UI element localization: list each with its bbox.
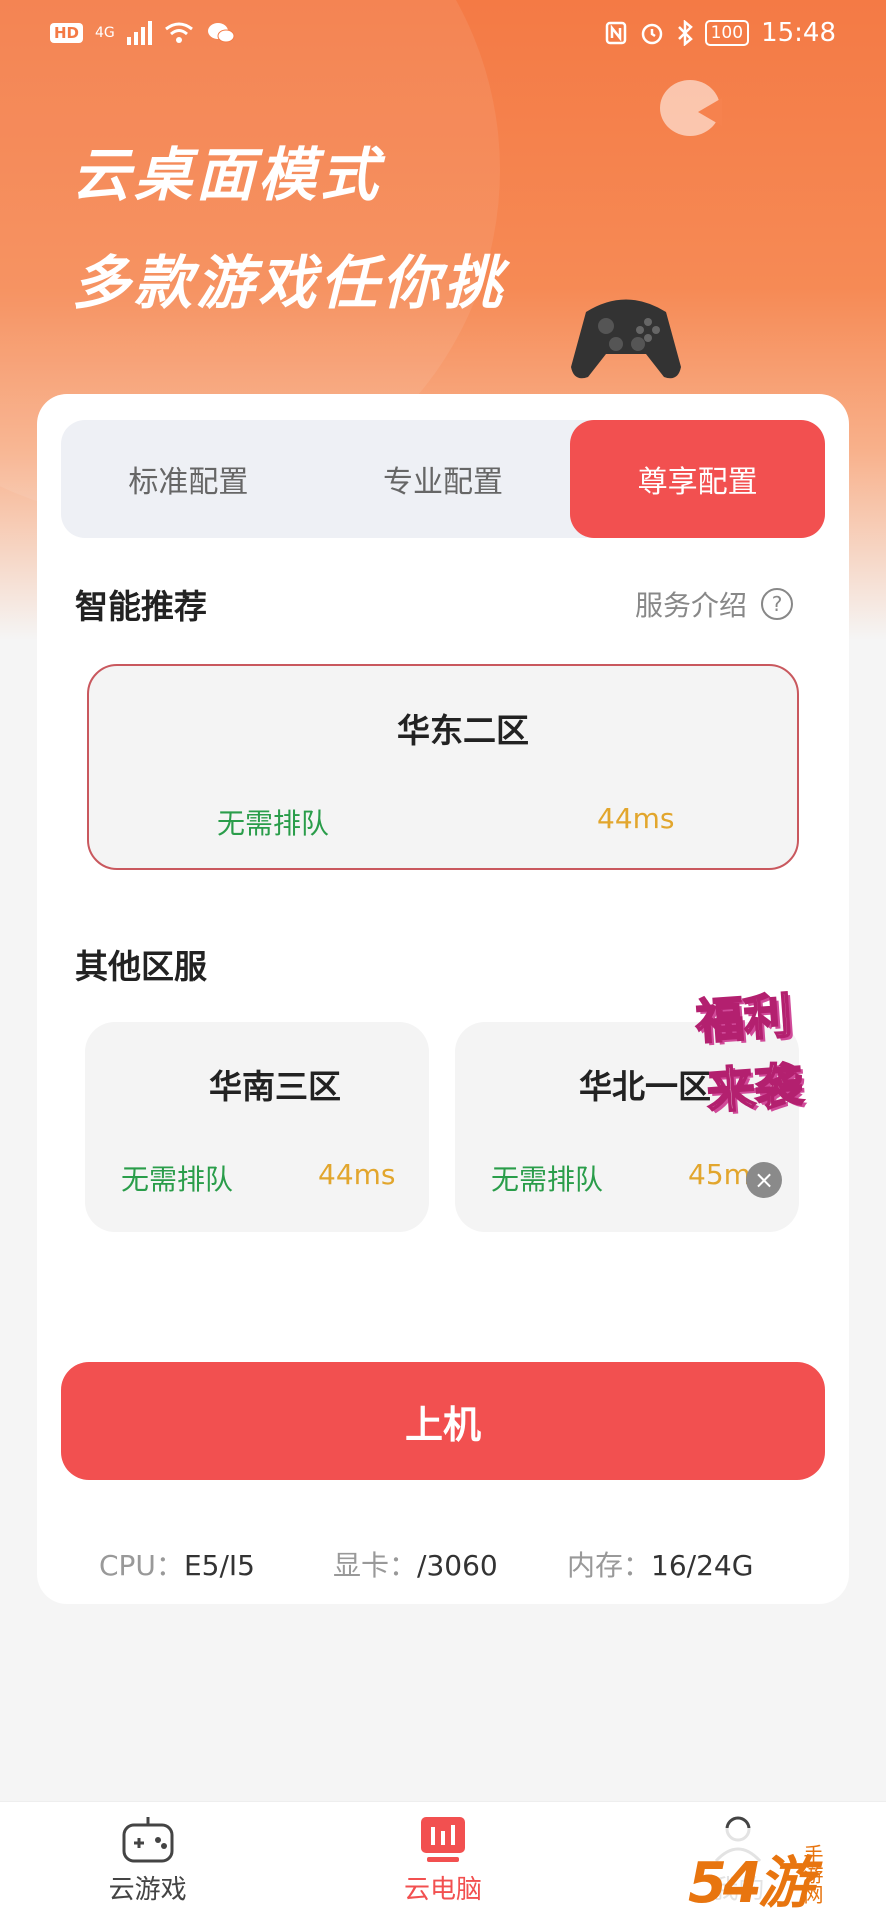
other-servers-title: 其他区服	[75, 947, 207, 986]
game-controller-icon	[571, 299, 681, 379]
bluetooth-icon	[677, 20, 693, 46]
nav-label: 云电脑	[403, 1875, 482, 1905]
hd-badge: HD	[50, 23, 84, 43]
memory-label: 内存：	[567, 1549, 652, 1582]
wifi-icon	[164, 22, 193, 43]
nav-cloud-games[interactable]: 云游戏	[0, 1802, 295, 1920]
gpu-label: 显卡：	[333, 1549, 418, 1582]
queue-status: 无需排队	[121, 1163, 234, 1196]
spec-gpu: 显卡：/3060	[333, 1544, 498, 1584]
network-label: 4G	[95, 25, 115, 41]
hero-headline: 云桌面模式	[72, 141, 383, 209]
recommended-server-card[interactable]: 华东二区 无需排队 44ms	[87, 664, 799, 870]
watermark-main: 54游	[688, 1851, 814, 1916]
gamepad-icon	[122, 1817, 174, 1863]
spec-cpu: CPU：E5/I5	[99, 1544, 255, 1584]
queue-status: 无需排队	[491, 1163, 604, 1196]
signal-icon	[126, 21, 152, 45]
alarm-icon	[641, 23, 662, 45]
server-card-south3[interactable]: 华南三区 无需排队 44ms	[85, 1022, 429, 1232]
cpu-value: E5/I5	[183, 1549, 255, 1582]
nfc-icon	[605, 21, 626, 45]
nav-cloud-pc[interactable]: 云电脑	[295, 1802, 590, 1920]
memory-value: 16/24G	[651, 1549, 754, 1582]
latency-value: 44ms	[318, 1158, 396, 1191]
site-watermark-logo: 54游 手游网	[678, 1828, 878, 1916]
hero-subheadline: 多款游戏任你挑	[72, 249, 507, 317]
pacman-icon	[660, 80, 722, 136]
promo-line1: 福利	[693, 987, 795, 1052]
gpu-value: /3060	[417, 1549, 498, 1582]
nav-label: 云游戏	[108, 1875, 187, 1905]
latency-value: 44ms	[597, 802, 675, 835]
service-intro-label: 服务介绍	[634, 589, 747, 622]
recommend-title: 智能推荐	[75, 587, 207, 626]
status-bar: HD 4G 100 15:48	[0, 0, 886, 66]
clock: 15:48	[761, 18, 836, 48]
close-icon[interactable]: ×	[746, 1162, 782, 1198]
queue-status: 无需排队	[217, 807, 330, 840]
promo-sticker[interactable]: 福利 来袭	[685, 967, 843, 1127]
computer-icon	[420, 1817, 465, 1862]
tab-professional[interactable]: 专业配置	[316, 420, 571, 538]
cpu-label: CPU：	[99, 1549, 184, 1582]
help-icon: ?	[761, 588, 793, 620]
config-tabs: 标准配置 专业配置 尊享配置	[61, 420, 826, 538]
spec-memory: 内存：16/24G	[567, 1544, 753, 1584]
tab-standard[interactable]: 标准配置	[61, 420, 316, 538]
launch-button[interactable]: 上机	[61, 1362, 825, 1480]
battery-icon: 100	[704, 20, 750, 46]
wechat-icon	[207, 23, 235, 43]
watermark-sub: 手游网	[800, 1844, 824, 1904]
server-name: 华南三区	[209, 1067, 341, 1106]
service-intro-link[interactable]: 服务介绍 ?	[635, 584, 793, 624]
promo-line2: 来袭	[704, 1056, 806, 1121]
server-name: 华东二区	[397, 711, 529, 750]
tab-premium[interactable]: 尊享配置	[570, 420, 826, 538]
